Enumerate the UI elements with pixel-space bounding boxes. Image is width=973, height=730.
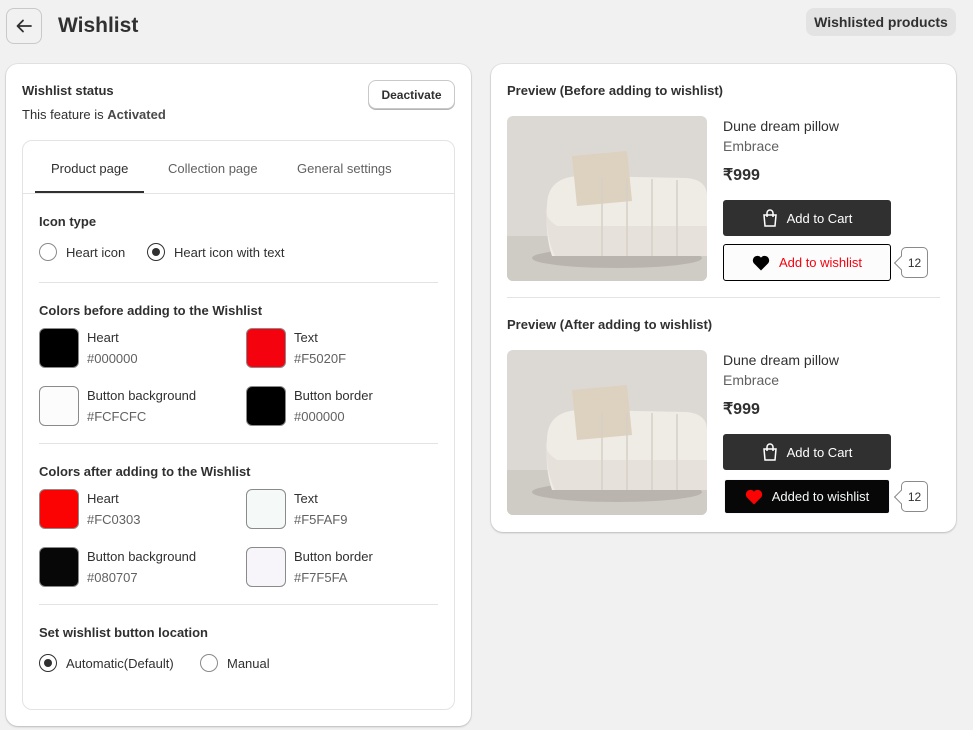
deactivate-button[interactable]: Deactivate (368, 80, 455, 109)
color-name: Button border (294, 388, 373, 403)
color-field-before-heart: Heart #000000 (39, 328, 138, 368)
page-title: Wishlist (58, 14, 139, 37)
shopping-bag-icon (762, 443, 777, 461)
color-field-after-button-background: Button background #080707 (39, 547, 196, 587)
icon-type-title: Icon type (39, 214, 97, 229)
colors-before-title: Colors before adding to the Wishlist (39, 303, 263, 318)
location-title: Set wishlist button location (39, 625, 208, 640)
color-swatch[interactable] (39, 328, 79, 368)
color-field-before-button-background: Button background #FCFCFC (39, 386, 196, 426)
color-hex: #F5FAF9 (294, 512, 348, 527)
divider (39, 443, 438, 444)
radio-label: Heart icon (66, 244, 126, 260)
tab-bar: Product page Collection page General set… (23, 141, 454, 194)
status-state: Activated (107, 107, 166, 122)
color-name: Button background (87, 388, 197, 403)
wishlist-count: 12 (907, 489, 922, 504)
status-text: This feature is Activated (22, 107, 166, 122)
product-brand: Embrace (723, 138, 780, 154)
product-image (507, 116, 707, 281)
product-image (507, 350, 707, 515)
arrow-left-icon (16, 19, 32, 33)
wishlist-count-badge: 12 (901, 247, 928, 278)
radio-label: Automatic(Default) (66, 655, 174, 671)
add-to-wishlist-label: Add to wishlist (778, 255, 863, 270)
settings-card: Wishlist status This feature is Activate… (6, 64, 471, 726)
product-name[interactable]: Dune dream pillow (723, 352, 839, 368)
product-brand: Embrace (723, 372, 780, 388)
color-name: Heart (87, 491, 119, 506)
radio-button[interactable] (39, 243, 57, 261)
added-to-wishlist-button[interactable]: Added to wishlist (724, 479, 890, 514)
tab-general-settings[interactable]: General settings (297, 161, 392, 176)
color-hex: #000000 (87, 351, 138, 366)
radio-label: Heart icon with text (174, 244, 285, 260)
divider (39, 282, 438, 283)
active-tab-indicator (35, 191, 144, 193)
radio-automatic[interactable]: Automatic(Default) (39, 654, 174, 672)
color-hex: #FCFCFC (87, 409, 147, 424)
color-field-after-button-border: Button border #F7F5FA (246, 547, 373, 587)
settings-panel: Product page Collection page General set… (22, 140, 455, 710)
color-name: Text (294, 491, 318, 506)
heart-icon (752, 255, 770, 270)
color-hex: #080707 (87, 570, 138, 585)
color-name: Button background (87, 549, 197, 564)
radio-manual[interactable]: Manual (200, 654, 270, 672)
colors-after-title: Colors after adding to the Wishlist (39, 464, 251, 479)
add-to-cart-label: Add to Cart (786, 444, 853, 460)
color-swatch[interactable] (39, 489, 79, 529)
product-name[interactable]: Dune dream pillow (723, 118, 839, 134)
add-to-cart-button[interactable]: Add to Cart (723, 434, 891, 470)
shopping-bag-icon (762, 209, 777, 227)
radio-heart-icon-with-text[interactable]: Heart icon with text (147, 243, 285, 261)
radio-heart-icon[interactable]: Heart icon (39, 243, 125, 261)
radio-button-selected[interactable] (39, 654, 57, 672)
wishlisted-products-button[interactable]: Wishlisted products (806, 8, 956, 36)
color-swatch[interactable] (246, 489, 286, 529)
color-swatch[interactable] (39, 386, 79, 426)
tab-product-page[interactable]: Product page (51, 161, 128, 176)
back-button[interactable] (6, 8, 42, 44)
color-hex: #F7F5FA (294, 570, 348, 585)
color-swatch[interactable] (246, 386, 286, 426)
color-field-after-text: Text #F5FAF9 (246, 489, 347, 529)
preview-before-title: Preview (Before adding to wishlist) (507, 83, 723, 98)
added-to-wishlist-label: Added to wishlist (771, 489, 870, 504)
add-to-cart-button[interactable]: Add to Cart (723, 200, 891, 236)
heart-icon (745, 489, 762, 504)
tab-collection-page[interactable]: Collection page (168, 161, 258, 176)
preview-after-title: Preview (After adding to wishlist) (507, 317, 713, 332)
preview-card: Preview (Before adding to wishlist) Dune… (491, 64, 956, 532)
color-swatch[interactable] (246, 328, 286, 368)
product-price: ₹999 (723, 167, 760, 184)
add-to-wishlist-button[interactable]: Add to wishlist (723, 244, 891, 281)
divider (507, 297, 940, 298)
color-name: Heart (87, 330, 119, 345)
wishlist-count: 12 (907, 255, 922, 270)
color-hex: #F5020F (294, 351, 347, 366)
radio-button[interactable] (200, 654, 218, 672)
add-to-cart-label: Add to Cart (786, 210, 853, 226)
color-swatch[interactable] (246, 547, 286, 587)
divider (39, 604, 438, 605)
status-prefix: This feature is (22, 107, 108, 122)
wishlist-count-badge: 12 (901, 481, 928, 512)
status-title: Wishlist status (22, 83, 114, 98)
product-price: ₹999 (723, 401, 760, 418)
color-hex: #FC0303 (87, 512, 141, 527)
color-field-before-text: Text #F5020F (246, 328, 346, 368)
radio-label: Manual (227, 655, 270, 671)
color-field-before-button-border: Button border #000000 (246, 386, 373, 426)
top-bar: Wishlist Wishlisted products (0, 0, 973, 52)
color-name: Button border (294, 549, 373, 564)
color-field-after-heart: Heart #FC0303 (39, 489, 140, 529)
color-name: Text (294, 330, 318, 345)
color-hex: #000000 (294, 409, 345, 424)
color-swatch[interactable] (39, 547, 79, 587)
radio-button-selected[interactable] (147, 243, 165, 261)
